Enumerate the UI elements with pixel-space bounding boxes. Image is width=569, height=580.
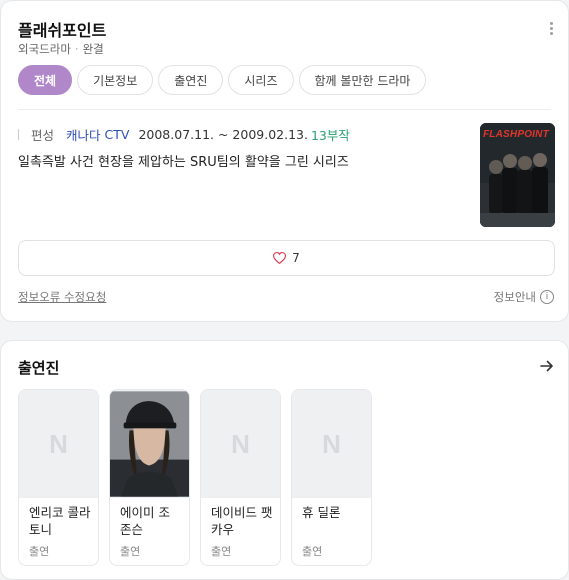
- episode-count: 13부작: [310, 128, 350, 143]
- arrow-right-icon[interactable]: [540, 359, 554, 373]
- info-guide-label: 정보안내: [493, 290, 536, 304]
- info-icon: i: [540, 290, 554, 304]
- broadcast-label: 편성: [31, 128, 55, 143]
- cast-card-item[interactable]: N 데이비드 팻카우 출연: [200, 389, 281, 566]
- cast-role: 출연: [211, 545, 232, 558]
- show-info-card: 플래쉬포인트 외국드라마 · 완결 전체 기본정보 출연진 시리즈 함께 볼만한 드…: [0, 0, 569, 322]
- cast-placeholder-image: N: [292, 390, 371, 498]
- cast-name: 에이미 조 존슨: [120, 505, 170, 537]
- tab-cast[interactable]: 출연진: [158, 65, 224, 95]
- show-subtitle: 외국드라마 · 완결: [18, 42, 104, 56]
- cast-card: 출연진 N 엔리코 콜라토니 출연 에이미 조 존슨 출연 N 데이비드 팻카우…: [0, 340, 569, 580]
- placeholder-n-mark: N: [231, 428, 250, 459]
- tab-basic-info[interactable]: 기본정보: [77, 65, 154, 95]
- cast-list: N 엔리코 콜라토니 출연 에이미 조 존슨 출연 N 데이비드 팻카우 출연 …: [18, 389, 372, 566]
- cast-card-item[interactable]: N 휴 딜론 출연: [291, 389, 372, 566]
- cast-placeholder-image: N: [19, 390, 98, 498]
- cast-card-item[interactable]: N 엔리코 콜라토니 출연: [18, 389, 99, 566]
- report-error-link[interactable]: 정보오류 수정요청: [18, 289, 106, 305]
- like-count: 7: [292, 251, 300, 265]
- cast-section-title[interactable]: 출연진: [18, 357, 59, 378]
- tab-bar: 전체 기본정보 출연진 시리즈 함께 볼만한 드라마: [18, 65, 427, 95]
- channel-link[interactable]: CTV: [105, 127, 130, 142]
- genre-label: 외국드라마: [18, 42, 71, 56]
- show-description: 일촉즉발 사건 현장을 제압하는 SRU팀의 활약을 그린 시리즈: [18, 155, 349, 170]
- cast-name: 엔리코 콜라토니: [29, 505, 91, 537]
- placeholder-n-mark: N: [49, 428, 68, 459]
- poster-image[interactable]: FLASHPOINT: [480, 123, 555, 227]
- show-title[interactable]: 플래쉬포인트: [18, 17, 106, 41]
- cast-name: 데이비드 팻카우: [211, 505, 273, 537]
- like-button[interactable]: 7: [18, 240, 555, 276]
- more-options-icon[interactable]: [550, 22, 554, 37]
- tab-series[interactable]: 시리즈: [228, 65, 294, 95]
- cast-role: 출연: [29, 545, 50, 558]
- placeholder-n-mark: N: [322, 428, 341, 459]
- cast-role: 출연: [302, 545, 323, 558]
- status-label: 완결: [82, 42, 104, 56]
- cast-role: 출연: [120, 545, 141, 558]
- heart-icon: [273, 252, 287, 264]
- tab-related-dramas[interactable]: 함께 볼만한 드라마: [298, 65, 427, 95]
- broadcast-info: 편성 캐나다 CTV 2008.07.11. ~ 2009.02.13. 13부…: [18, 125, 350, 144]
- cast-photo: [110, 390, 189, 498]
- cast-card-item[interactable]: 에이미 조 존슨 출연: [109, 389, 190, 566]
- divider: [18, 109, 551, 110]
- info-guide-link[interactable]: 정보안내 i: [494, 289, 554, 305]
- cast-placeholder-image: N: [201, 390, 280, 498]
- poster-title: FLASHPOINT: [483, 129, 549, 140]
- air-dates: 2008.07.11. ~ 2009.02.13.: [138, 127, 308, 142]
- country-link[interactable]: 캐나다: [66, 125, 101, 144]
- tab-all[interactable]: 전체: [18, 65, 73, 95]
- cast-name: 휴 딜론: [302, 505, 341, 520]
- cast-portrait: [110, 391, 189, 497]
